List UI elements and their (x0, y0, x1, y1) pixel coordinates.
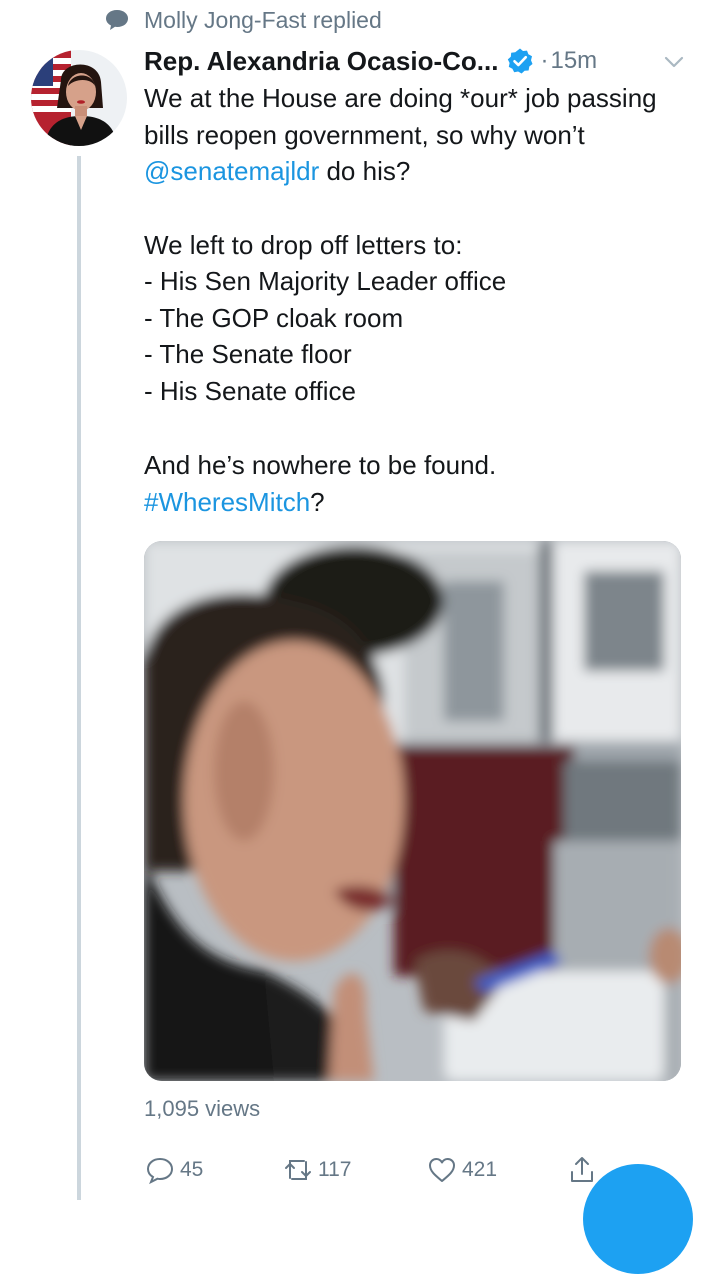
tweet-text-segment: We at the House are doing *our* job pass… (144, 83, 657, 150)
verified-badge-icon (508, 48, 533, 74)
tweet-line: #WheresMitch? (144, 484, 689, 521)
separator-dot: · (540, 47, 549, 74)
mention-link[interactable]: @senatemajldr (144, 156, 319, 186)
hashtag-link[interactable]: #WheresMitch (144, 487, 310, 517)
tweet-line: - The Senate floor (144, 339, 352, 369)
reply-button[interactable]: 45 (144, 1152, 203, 1188)
thread-line (77, 156, 81, 1200)
author-name[interactable]: Rep. Alexandria Ocasio-Co... (144, 46, 498, 77)
tweet-text-segment: ? (310, 486, 325, 517)
reply-context[interactable]: Molly Jong-Fast replied (102, 4, 382, 36)
reply-context-label: Molly Jong-Fast replied (144, 6, 382, 33)
video-thumbnail[interactable] (144, 541, 681, 1081)
share-button[interactable] (566, 1152, 598, 1188)
tweet-line: - The GOP cloak room (144, 302, 404, 333)
retweet-icon (285, 1160, 311, 1180)
compose-button[interactable] (583, 1164, 693, 1274)
heart-icon (429, 1158, 455, 1182)
retweet-count: 117 (318, 1158, 352, 1181)
share-icon (571, 1157, 593, 1182)
tweet-line: - His Senate office (144, 375, 356, 406)
tweet-line: We left to drop off letters to: (144, 229, 463, 260)
tweet-line: And he’s nowhere to be found. (144, 450, 497, 480)
reply-icon (146, 1157, 174, 1185)
tweet-paragraph-1: We at the House are doing *our* job pass… (144, 80, 689, 190)
tweet-timestamp[interactable]: 15m (550, 47, 597, 75)
view-count: 1,095 views (144, 1096, 261, 1121)
speech-bubble-icon (106, 10, 128, 30)
avatar[interactable] (31, 50, 127, 146)
tweet-header: Rep. Alexandria Ocasio-Co... · 15m (144, 42, 694, 80)
tweet-line: - His Sen Majority Leader office (144, 266, 507, 296)
tweet-text: We at the House are doing *our* job pass… (144, 80, 689, 520)
retweet-button[interactable]: 117 (282, 1152, 351, 1188)
chevron-down-icon[interactable] (662, 52, 686, 72)
tweet-text-segment: do his? (319, 156, 411, 186)
like-button[interactable]: 421 (426, 1152, 497, 1188)
like-count: 421 (462, 1158, 498, 1181)
reply-count: 45 (180, 1158, 204, 1181)
